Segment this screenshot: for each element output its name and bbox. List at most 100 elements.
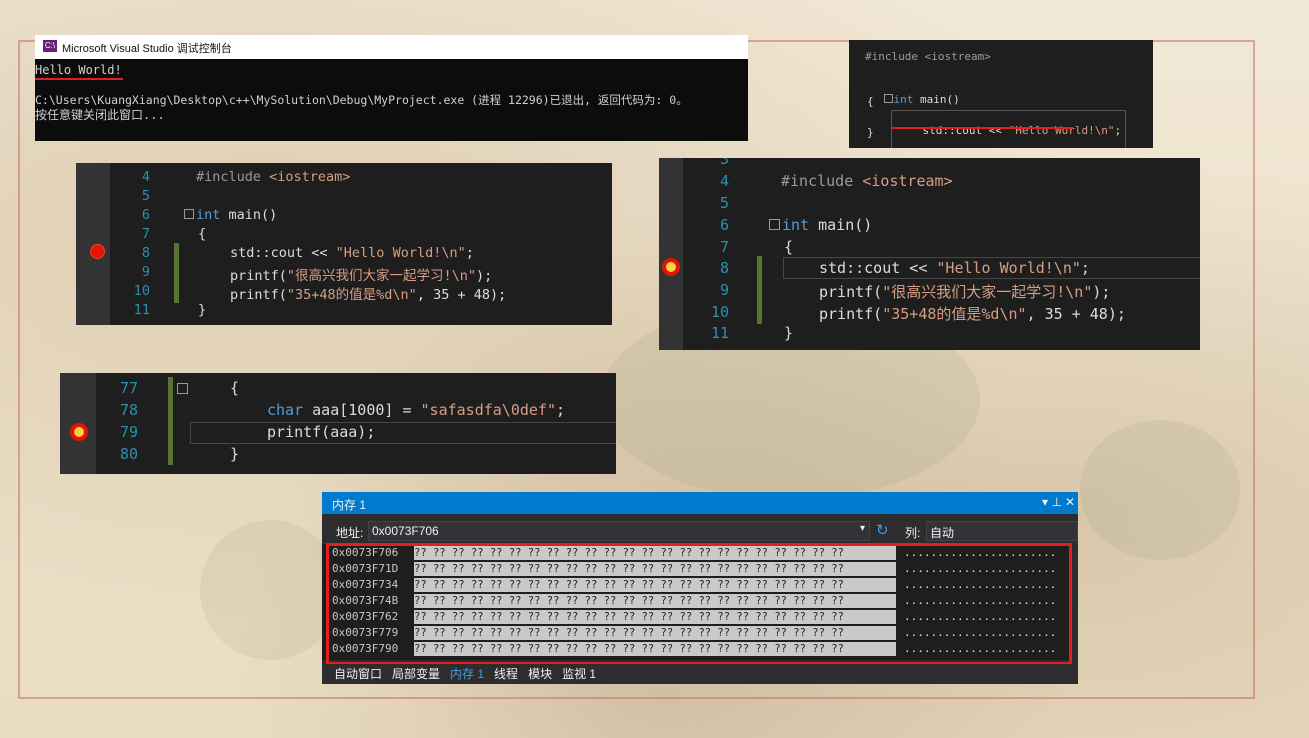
code-editor-a: 4 5 6 7 8 9 10 11 #include <iostream> in… [76, 163, 612, 325]
printf-string: "35+48的值是%d\n" [286, 287, 417, 303]
memory-title: 内存 1 [332, 498, 367, 512]
close-icon[interactable]: ✕ [1065, 495, 1075, 509]
current-line-highlight [190, 422, 616, 444]
change-bar [757, 256, 762, 324]
printf-text: printf( [819, 283, 883, 301]
semicolon: ; [1080, 259, 1090, 277]
printf-text: printf( [819, 305, 883, 323]
printf-statement: printf("35+48的值是%d\n", 35 + 48); [819, 303, 1126, 324]
line-number: 78 [119, 401, 138, 419]
collapse-icon[interactable] [883, 94, 893, 103]
line-number: 79 [119, 423, 138, 441]
refresh-icon[interactable]: ↻ [876, 521, 889, 539]
cout-statement: std::cout << "Hello World!\n"; [819, 259, 1090, 277]
line-number: 6 [719, 216, 729, 234]
line-number: 5 [719, 194, 729, 212]
declaration-line: char aaa[1000] = "safasdfa\0def"; [267, 401, 565, 419]
keyword-int: int [782, 216, 810, 234]
cout-text: std::cout << [230, 245, 336, 261]
tab-watch-1[interactable]: 监视 1 [562, 667, 596, 681]
include-line: #include <iostream> [196, 169, 350, 185]
close-brace: } [198, 302, 207, 318]
chevron-down-icon[interactable]: ▾ [860, 523, 865, 534]
code-snippet-panel: #include <iostream> int main() { std::co… [849, 40, 1153, 148]
keyword-int: int [196, 207, 221, 223]
line-number: 5 [141, 188, 150, 204]
line-number: 6 [141, 207, 150, 223]
console-window: Hello World! C:\Users\KuangXiang\Desktop… [35, 59, 748, 141]
tab-locals[interactable]: 局部变量 [392, 667, 440, 681]
dropdown-icon[interactable]: ▾ [1042, 495, 1048, 509]
printf-string: "很高兴我们大家一起学习!\n" [882, 283, 1093, 301]
main-signature: int main() [184, 207, 277, 223]
printf-statement: printf(aaa); [267, 423, 376, 441]
printf-text: printf( [230, 268, 287, 284]
line-number: 10 [133, 283, 150, 299]
open-brace: { [198, 226, 207, 242]
line-number: 8 [719, 259, 729, 277]
current-line-breakpoint-icon[interactable] [70, 423, 88, 441]
highlight-box [326, 543, 1072, 665]
address-input[interactable]: 0x0073F706 ▾ [368, 521, 870, 541]
tab-modules[interactable]: 模块 [528, 667, 552, 681]
tab-auto-window[interactable]: 自动窗口 [334, 667, 382, 681]
address-value: 0x0073F706 [372, 524, 439, 538]
printf-end: ); [1092, 283, 1111, 301]
line-number: 80 [119, 445, 138, 463]
printf-text: printf( [230, 287, 287, 303]
change-bar [174, 243, 179, 303]
tab-threads[interactable]: 线程 [494, 667, 518, 681]
tab-memory-1[interactable]: 内存 1 [450, 667, 484, 681]
close-brace: } [867, 126, 874, 139]
include-text: #include [781, 172, 863, 190]
cout-text: std::cout << [922, 124, 1009, 137]
collapse-icon[interactable] [184, 209, 194, 219]
close-brace: } [784, 324, 794, 342]
breakpoint-icon[interactable] [90, 244, 105, 259]
address-bar: 地址: 0x0073F706 ▾ ↻ 列: 自动 [322, 520, 1078, 542]
line-number: 9 [141, 264, 150, 280]
collapse-icon[interactable] [769, 219, 780, 230]
pin-icon[interactable]: ⊥ [1052, 495, 1062, 509]
line-number: 11 [710, 324, 729, 342]
code-editor-b: 3 4 5 6 7 8 9 10 11 #include <iostream> … [659, 158, 1200, 350]
line-number: 4 [141, 169, 150, 185]
map-decoration [200, 520, 340, 660]
collapse-icon[interactable] [177, 383, 188, 394]
main-signature: int main() [769, 216, 872, 234]
printf-string: "很高兴我们大家一起学习!\n" [286, 268, 477, 284]
cout-string: "Hello World!\n" [936, 259, 1081, 277]
open-brace: { [784, 238, 794, 256]
line-number: 3 [719, 158, 729, 168]
semicolon: ; [465, 245, 474, 261]
breakpoint-gutter[interactable] [659, 158, 683, 350]
memory-window: 内存 1 ▾ ⊥ ✕ 地址: 0x0073F706 ▾ ↻ 列: 自动 0x00… [322, 492, 1078, 684]
column-value: 自动 [930, 526, 955, 540]
keyword-int: int [893, 93, 914, 106]
cout-string: "Hello World!\n" [1008, 124, 1115, 137]
include-target: <iostream> [269, 169, 351, 185]
open-brace: { [867, 95, 874, 108]
line-number: 7 [719, 238, 729, 256]
close-brace: } [230, 445, 240, 463]
cout-string: "Hello World!\n" [335, 245, 466, 261]
bottom-tab-bar: 自动窗口 局部变量 内存 1 线程 模块 监视 1 [322, 664, 1078, 684]
column-select[interactable]: 自动 [926, 521, 1078, 541]
semicolon: ; [1114, 124, 1122, 137]
include-line: #include <iostream> [781, 172, 953, 190]
code-editor-c: 77 78 79 80 { char aaa[1000] = "safasdfa… [60, 373, 616, 474]
line-number: 4 [719, 172, 729, 190]
printf-end: ); [476, 268, 493, 284]
column-label: 列: [905, 526, 921, 540]
printf-statement: printf("很高兴我们大家一起学习!\n"); [230, 264, 492, 284]
main-text: main() [913, 93, 960, 106]
main-text: main() [220, 207, 278, 223]
line-number: 10 [710, 303, 729, 321]
printf-statement: printf("很高兴我们大家一起学习!\n"); [819, 281, 1110, 302]
current-line-breakpoint-icon[interactable] [662, 258, 680, 276]
line-number: 77 [119, 379, 138, 397]
line-number: 8 [141, 245, 150, 261]
change-bar [168, 377, 173, 465]
line-number: 9 [719, 281, 729, 299]
memory-titlebar: 内存 1 ▾ ⊥ ✕ [322, 492, 1078, 514]
